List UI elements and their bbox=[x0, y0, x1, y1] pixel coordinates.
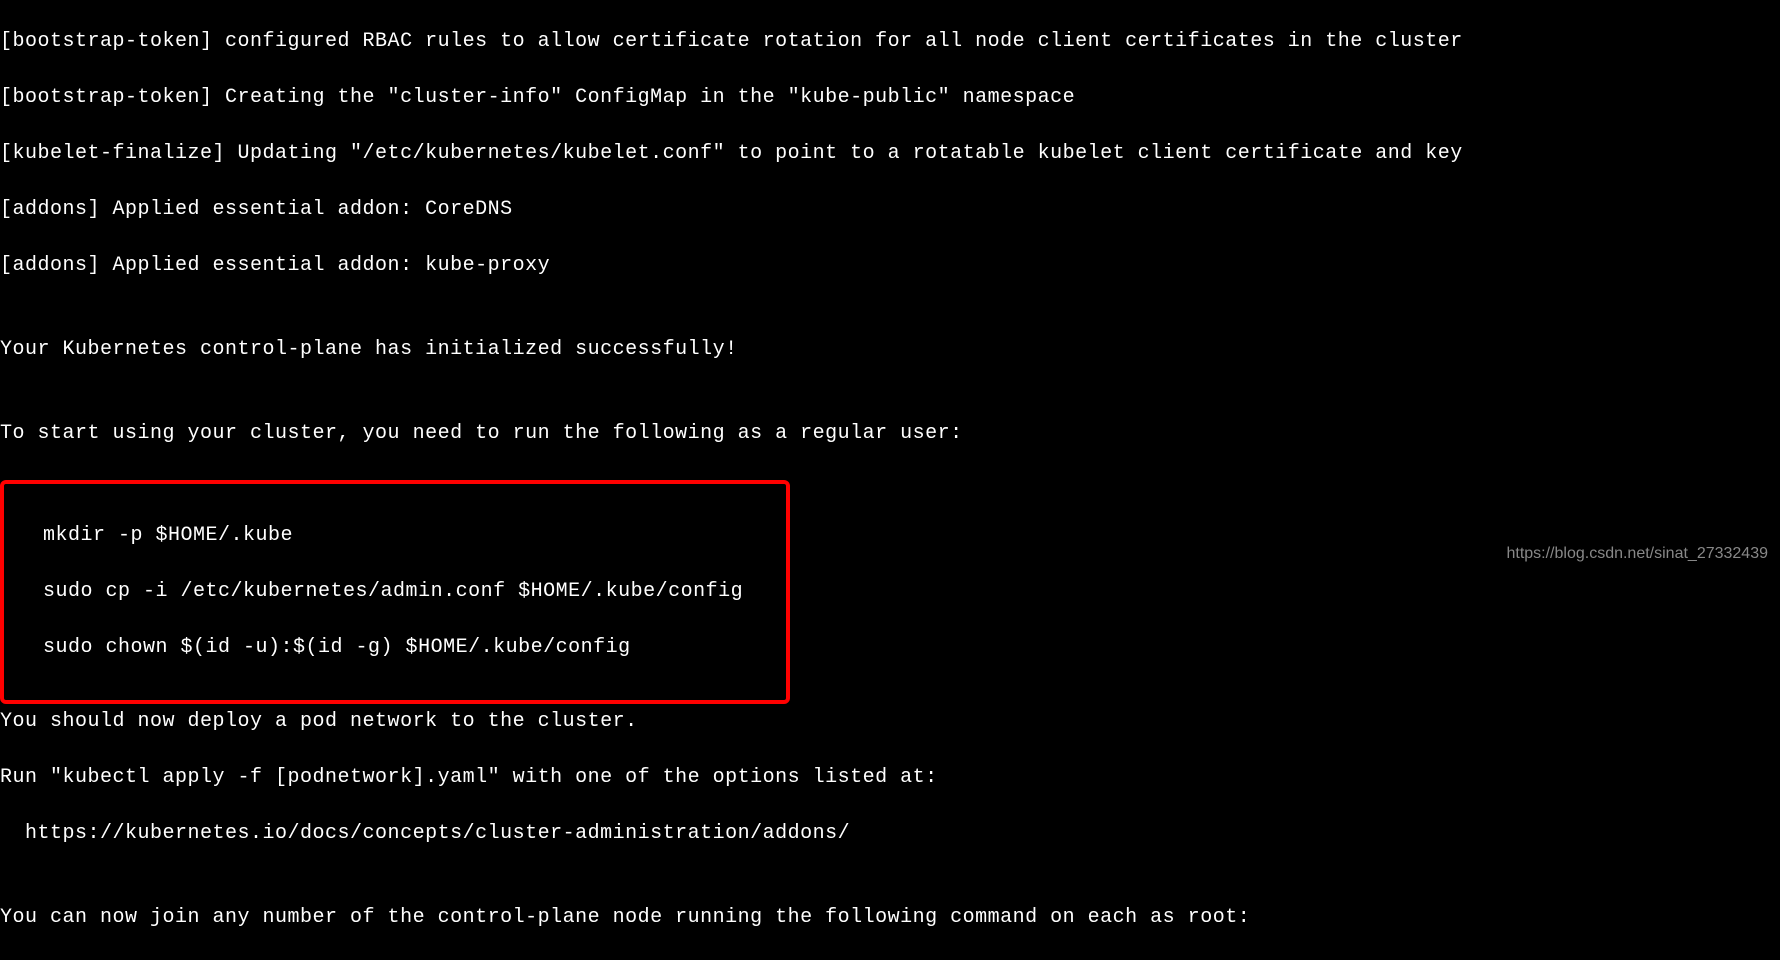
output-line: https://kubernetes.io/docs/concepts/clus… bbox=[0, 820, 1780, 848]
output-line: Your Kubernetes control-plane has initia… bbox=[0, 336, 1780, 364]
output-line: [addons] Applied essential addon: kube-p… bbox=[0, 252, 1780, 280]
output-line: You should now deploy a pod network to t… bbox=[0, 708, 1780, 736]
output-line: [bootstrap-token] configured RBAC rules … bbox=[0, 28, 1780, 56]
terminal-output: [bootstrap-token] configured RBAC rules … bbox=[0, 0, 1780, 960]
output-line: Run "kubectl apply -f [podnetwork].yaml"… bbox=[0, 764, 1780, 792]
command-line: mkdir -p $HOME/.kube bbox=[18, 522, 772, 550]
output-line: To start using your cluster, you need to… bbox=[0, 420, 1780, 448]
command-line: sudo chown $(id -u):$(id -g) $HOME/.kube… bbox=[18, 634, 772, 662]
output-line: [kubelet-finalize] Updating "/etc/kubern… bbox=[0, 140, 1780, 168]
output-line: You can now join any number of the contr… bbox=[0, 904, 1780, 932]
command-highlight-box: mkdir -p $HOME/.kube sudo cp -i /etc/kub… bbox=[0, 480, 790, 704]
command-line: sudo cp -i /etc/kubernetes/admin.conf $H… bbox=[18, 578, 772, 606]
output-line: [bootstrap-token] Creating the "cluster-… bbox=[0, 84, 1780, 112]
watermark-text: https://blog.csdn.net/sinat_27332439 bbox=[1506, 543, 1768, 565]
output-line: [addons] Applied essential addon: CoreDN… bbox=[0, 196, 1780, 224]
